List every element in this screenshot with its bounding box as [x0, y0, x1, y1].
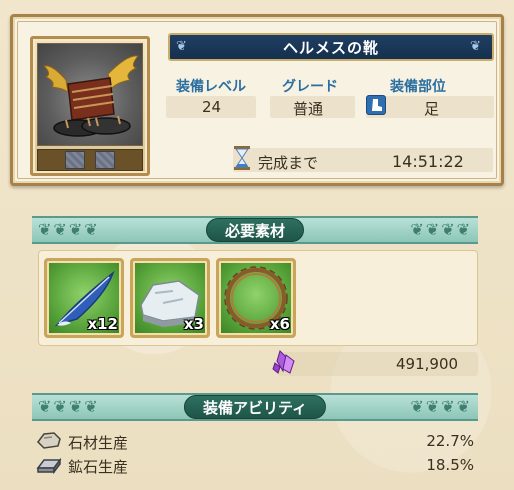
- material-slot[interactable]: x12: [44, 258, 124, 338]
- ornament-left-icon: ❦: [176, 39, 187, 54]
- level-value: 24: [202, 98, 222, 116]
- materials-section-header: ❦❦❦❦ ❦❦❦❦ 必要素材: [32, 216, 478, 244]
- stone-icon: [36, 430, 62, 450]
- material-slot[interactable]: x6: [216, 258, 296, 338]
- item-name: ヘルメスの靴: [282, 38, 379, 57]
- hourglass-icon: [233, 145, 251, 171]
- level-label: 装備レベル: [176, 79, 246, 95]
- ornament-icon: ❦❦❦❦: [410, 220, 472, 239]
- part-value: 足: [424, 100, 440, 118]
- winged-sandals-icon: [37, 43, 143, 146]
- ornament-icon: ❦❦❦❦: [38, 220, 100, 239]
- abilities-title: 装備アビリティ: [183, 395, 327, 419]
- cost-value: 491,900: [396, 355, 459, 373]
- ability-row: 鉱石生産 18.5%: [36, 454, 478, 476]
- ability-value: 18.5%: [426, 456, 474, 474]
- material-quantity: x6: [269, 315, 290, 333]
- material-quantity: x3: [183, 315, 204, 333]
- abilities-section-header: ❦❦❦❦ ❦❦❦❦ 装備アビリティ: [32, 393, 478, 421]
- ability-name: 石材生産: [68, 434, 129, 452]
- ornament-right-icon: ❦: [470, 39, 481, 54]
- gem-slot-row: [37, 149, 143, 171]
- item-icon-frame: [30, 36, 150, 176]
- purple-crystal-icon: [272, 349, 296, 375]
- item-title-bar: ❦ ヘルメスの靴 ❦: [168, 33, 494, 61]
- timer-label: 完成まで: [258, 154, 319, 172]
- ability-name: 鉱石生産: [68, 458, 129, 476]
- boot-icon: [366, 95, 386, 115]
- ornament-icon: ❦❦❦❦: [38, 397, 100, 416]
- ability-value: 22.7%: [426, 432, 474, 450]
- material-slot[interactable]: x3: [130, 258, 210, 338]
- gem-slot: [65, 151, 85, 169]
- gem-slot: [95, 151, 115, 169]
- timer-value: 14:51:22: [392, 152, 464, 171]
- grade-value: 普通: [293, 100, 324, 118]
- ability-row: 石材生産 22.7%: [36, 430, 478, 452]
- ornament-icon: ❦❦❦❦: [410, 397, 472, 416]
- materials-title: 必要素材: [205, 218, 305, 242]
- part-label: 装備部位: [390, 79, 446, 95]
- grade-label: グレード: [282, 79, 338, 95]
- ore-ingot-icon: [36, 454, 62, 475]
- material-quantity: x12: [87, 315, 118, 333]
